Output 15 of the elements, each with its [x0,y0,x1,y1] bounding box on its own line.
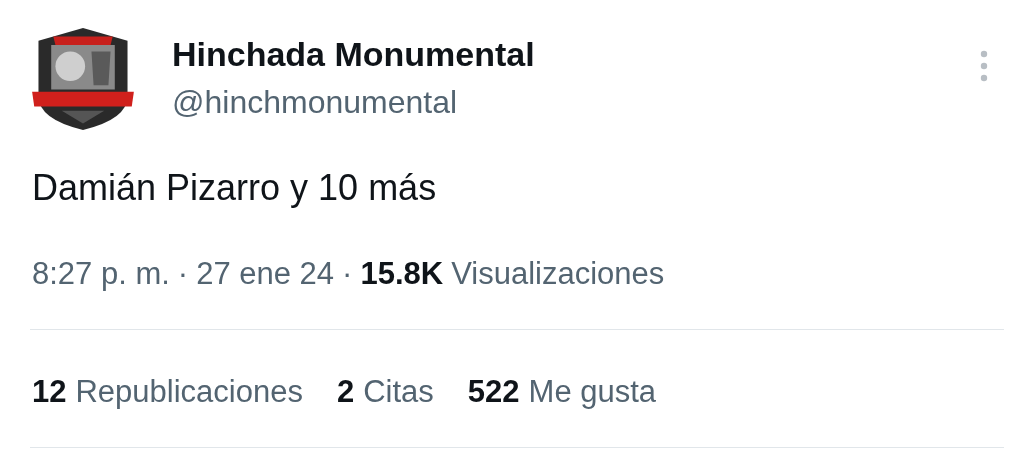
post-meta-text: 8:27 p. m. [32,255,170,293]
stat-label[interactable]: Citas [363,372,434,412]
separator: · [342,255,353,293]
post-text: Damián Pizarro y 10 más [32,166,438,210]
view-count: 15.8K [360,255,444,293]
stat-label[interactable]: Republicaciones [75,372,303,412]
separator: · [177,255,189,293]
account-name[interactable]: Hinchada Monumental [172,32,980,76]
post-meta-text: 27 ene 24 [196,255,335,293]
stat-count[interactable]: 522 [467,372,520,412]
stat-count[interactable]: 12 [32,372,67,412]
post-meta-text: Visualizaciones [451,255,665,293]
stat-count[interactable]: 2 [336,372,355,412]
account-handle[interactable]: @hinchmonumental [172,80,980,124]
stat-label[interactable]: Me gusta [528,372,657,412]
